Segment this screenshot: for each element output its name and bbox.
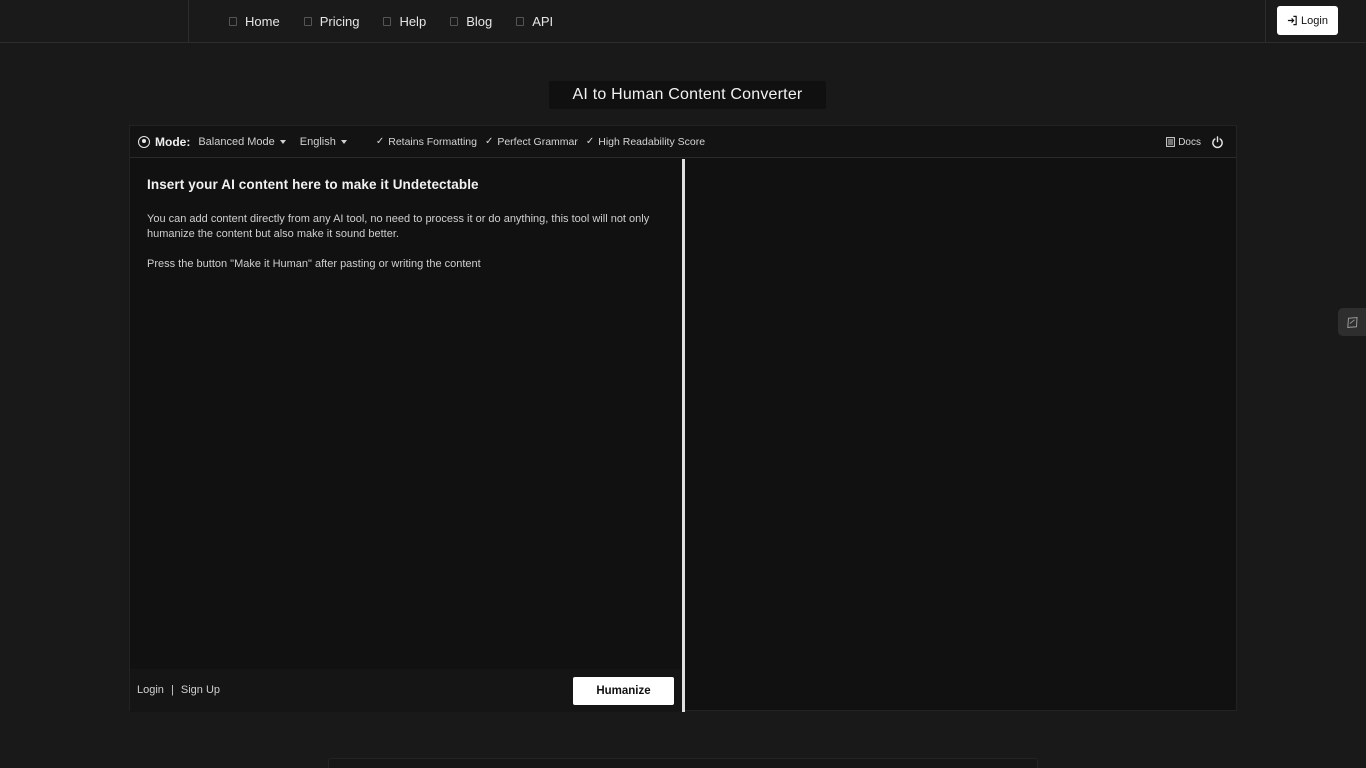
login-icon — [1287, 15, 1297, 26]
feature-label: Perfect Grammar — [497, 135, 578, 148]
home-icon — [229, 17, 237, 26]
output-pane[interactable] — [685, 159, 1236, 710]
next-section-edge — [328, 758, 1038, 768]
toolbar-actions: Docs — [1166, 126, 1224, 158]
nav-item-label: Home — [245, 14, 280, 29]
mode-radio-icon — [138, 135, 150, 148]
nav-item-label: Blog — [466, 14, 493, 29]
feature-item: ✓ High Readability Score — [586, 136, 705, 148]
nav-item-home[interactable]: Home — [229, 14, 280, 29]
logo-area — [0, 0, 189, 43]
feature-list: ✓ Retains Formatting ✓ Perfect Grammar ✓… — [376, 136, 705, 148]
check-icon: ✓ — [585, 136, 595, 147]
widget-icon — [1346, 316, 1358, 328]
nav-item-pricing[interactable]: Pricing — [303, 14, 360, 29]
converter-panel: Mode: Balanced Mode English ✓ Retains Fo… — [129, 125, 1237, 712]
check-icon: ✓ — [375, 136, 385, 147]
signup-link[interactable]: Sign Up — [181, 684, 220, 696]
feature-item: ✓ Retains Formatting — [376, 136, 477, 148]
login-button[interactable]: Login — [1277, 6, 1338, 35]
converter-toolbar: Mode: Balanced Mode English ✓ Retains Fo… — [130, 126, 1236, 158]
editor-instructions: You can add content directly from any AI… — [147, 213, 650, 240]
page-title: AI to Human Content Converter — [549, 81, 826, 109]
docs-label: Docs — [1178, 136, 1201, 148]
caret-down-icon — [279, 139, 286, 144]
login-link[interactable]: Login — [137, 684, 164, 696]
side-widget-button[interactable] — [1338, 308, 1366, 336]
editor-footer: Login | Sign Up Humanize — [130, 669, 682, 712]
blog-icon — [450, 17, 459, 26]
input-editor[interactable]: Insert your AI content here to make it U… — [130, 159, 682, 710]
docs-link[interactable]: Docs — [1166, 137, 1201, 148]
editor-hint: Press the button "Make it Human" after p… — [147, 258, 481, 270]
nav-item-label: Help — [399, 14, 427, 29]
feature-item: ✓ Perfect Grammar — [485, 136, 578, 148]
humanize-button[interactable]: Humanize — [573, 677, 674, 705]
nav-item-api[interactable]: API — [516, 14, 553, 29]
api-icon — [516, 17, 525, 26]
reset-button[interactable] — [1211, 135, 1224, 149]
mode-dropdown-value: Balanced Mode — [198, 135, 275, 148]
mode-dropdown[interactable]: Balanced Mode — [198, 135, 286, 148]
auth-separator: | — [170, 684, 174, 696]
check-icon: ✓ — [484, 136, 494, 147]
pricing-icon — [303, 17, 312, 26]
mode-label: Mode: — [138, 135, 190, 149]
nav-item-help[interactable]: Help — [383, 14, 426, 29]
power-refresh-icon — [1212, 135, 1223, 148]
mode-label-text: Mode: — [155, 134, 191, 149]
document-icon — [1166, 137, 1176, 147]
help-icon — [383, 17, 392, 26]
nav-item-label: API — [532, 14, 554, 29]
nav-item-label: Pricing — [319, 14, 360, 29]
feature-label: High Readability Score — [598, 135, 706, 148]
editor-heading: Insert your AI content here to make it U… — [147, 177, 479, 192]
top-navbar: Home Pricing Help Blog API Login — [0, 0, 1366, 43]
login-button-label: Login — [1301, 14, 1328, 27]
main-nav: Home Pricing Help Blog API — [229, 0, 577, 43]
caret-down-icon — [340, 139, 347, 144]
nav-item-blog[interactable]: Blog — [450, 14, 492, 29]
login-area: Login — [1265, 0, 1366, 43]
feature-label: Retains Formatting — [388, 135, 477, 148]
auth-links: Login | Sign Up — [137, 684, 220, 696]
language-dropdown-value: English — [299, 135, 336, 148]
language-dropdown[interactable]: English — [300, 136, 347, 148]
